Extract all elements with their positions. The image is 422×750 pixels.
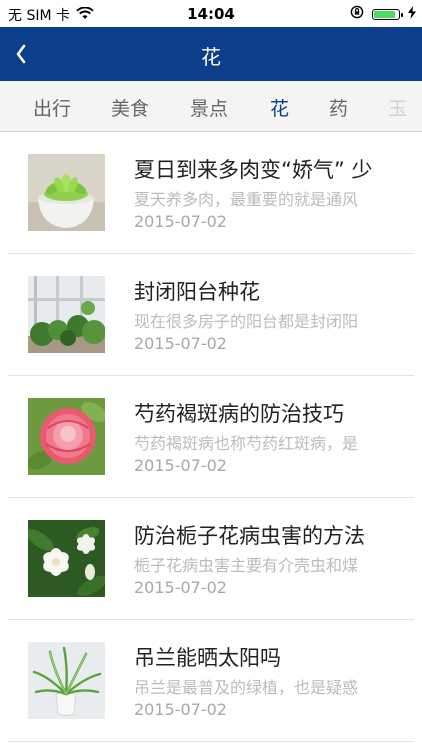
article-item[interactable]: 封闭阳台种花 现在很多房子的阳台都是封闭阳 2015-07-02 xyxy=(0,254,422,376)
article-list: 夏日到来多肉变“娇气” 少 夏天养多肉，最重要的就是通风 2015-07-02 xyxy=(0,132,422,742)
status-bar: 无 SIM 卡 14:04 xyxy=(0,0,422,27)
article-summary: 现在很多房子的阳台都是封闭阳 xyxy=(134,312,359,331)
article-title: 夏日到来多肉变“娇气” 少 xyxy=(134,158,373,182)
chevron-left-icon xyxy=(16,44,26,64)
navigation-bar: 花 xyxy=(0,27,422,81)
article-item[interactable]: 吊兰能晒太阳吗 吊兰是最普及的绿植，也是疑惑 2015-07-02 xyxy=(0,620,422,742)
battery-icon xyxy=(372,8,403,20)
gardenia-photo xyxy=(28,520,105,597)
tab-yao[interactable]: 药 xyxy=(329,94,348,121)
tab-chuxing[interactable]: 出行 xyxy=(33,94,71,121)
back-button[interactable] xyxy=(10,39,40,69)
orientation-lock-icon xyxy=(350,5,364,23)
balcony-plants-photo xyxy=(28,276,105,353)
tab-jingdian[interactable]: 景点 xyxy=(190,94,228,121)
article-date: 2015-07-02 xyxy=(134,334,227,353)
page-title: 花 xyxy=(201,45,221,69)
article-summary: 夏天养多肉，最重要的就是通风 xyxy=(134,190,359,209)
article-title: 芍药褐斑病的防治技巧 xyxy=(134,402,344,426)
article-date: 2015-07-02 xyxy=(134,578,227,597)
article-date: 2015-07-02 xyxy=(134,456,227,475)
peony-photo xyxy=(28,398,105,475)
tab-meishi[interactable]: 美食 xyxy=(111,94,149,121)
article-title: 吊兰能晒太阳吗 xyxy=(134,646,281,670)
article-date: 2015-07-02 xyxy=(134,700,227,719)
charging-icon xyxy=(408,5,416,23)
succulent-photo xyxy=(28,154,105,231)
article-item[interactable]: 夏日到来多肉变“娇气” 少 夏天养多肉，最重要的就是通风 2015-07-02 xyxy=(0,132,422,254)
battery-level xyxy=(374,10,395,18)
app-screen: 无 SIM 卡 14:04 花 出行 美食 景点 花 药 玉 夏日到来多肉变“娇… xyxy=(0,0,422,750)
article-title: 封闭阳台种花 xyxy=(134,280,260,304)
category-tab-bar: 出行 美食 景点 花 药 玉 xyxy=(0,81,422,132)
article-item[interactable]: 芍药褐斑病的防治技巧 芍药褐斑病也称芍药红斑病，是 2015-07-02 xyxy=(0,376,422,498)
tab-hua[interactable]: 花 xyxy=(270,94,289,121)
spider-plant-photo xyxy=(28,642,105,719)
tab-yu[interactable]: 玉 xyxy=(388,94,407,121)
article-date: 2015-07-02 xyxy=(134,212,227,231)
article-summary: 吊兰是最普及的绿植，也是疑惑 xyxy=(134,678,359,697)
article-item[interactable]: 防治栀子花病虫害的方法 栀子花病虫害主要有介壳虫和煤 2015-07-02 xyxy=(0,498,422,620)
article-summary: 栀子花病虫害主要有介壳虫和煤 xyxy=(134,556,359,575)
article-title: 防治栀子花病虫害的方法 xyxy=(134,524,365,548)
article-summary: 芍药褐斑病也称芍药红斑病，是 xyxy=(134,434,359,453)
divider xyxy=(8,741,414,742)
